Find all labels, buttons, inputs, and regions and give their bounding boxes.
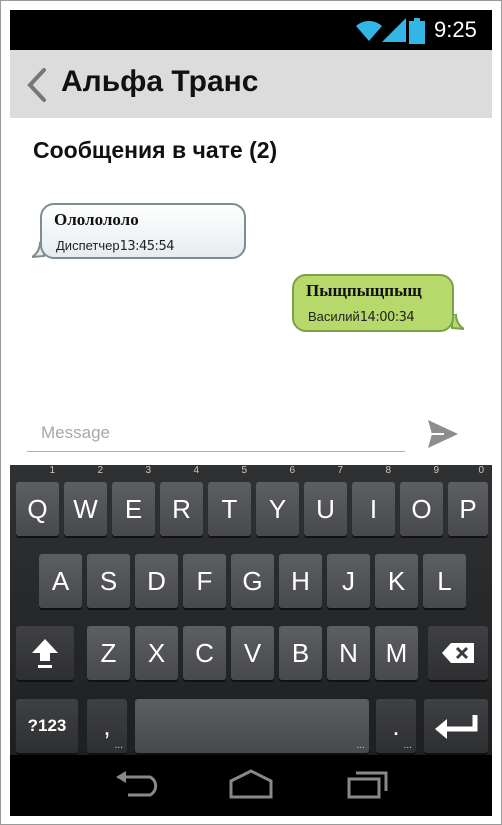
message-meta: Василий14:00:34 bbox=[308, 309, 415, 325]
key-k[interactable]: K bbox=[375, 554, 418, 608]
device-frame: 9:25 Альфа Транс Сообщения в чате (2) Ол… bbox=[0, 0, 502, 825]
message-sender: Василий bbox=[308, 309, 360, 324]
key-g[interactable]: G bbox=[231, 554, 274, 608]
outgoing-message-bubble[interactable]: Пыщпыщпыщ Василий14:00:34 bbox=[292, 274, 454, 332]
chat-title: Сообщения в чате (2) bbox=[33, 137, 278, 163]
status-time: 9:25 bbox=[434, 17, 477, 42]
key-s[interactable]: S bbox=[87, 554, 130, 608]
key-i[interactable]: I8 bbox=[352, 465, 395, 536]
backspace-icon bbox=[442, 643, 474, 663]
key-t[interactable]: T5 bbox=[208, 465, 251, 536]
key-v[interactable]: V bbox=[231, 626, 274, 680]
key-h[interactable]: H bbox=[279, 554, 322, 608]
message-input[interactable] bbox=[27, 414, 405, 452]
message-sender: Диспетчер bbox=[56, 238, 120, 253]
message-time: 13:45:54 bbox=[119, 239, 175, 254]
app-title: Альфа Транс bbox=[61, 65, 259, 98]
key-r[interactable]: R4 bbox=[160, 465, 203, 536]
key-q[interactable]: Q1 bbox=[16, 465, 59, 536]
key-b[interactable]: B bbox=[279, 626, 322, 680]
key-e[interactable]: E3 bbox=[112, 465, 155, 536]
message-meta: Диспетчер13:45:54 bbox=[56, 238, 174, 254]
signal-icon bbox=[382, 18, 406, 42]
chat-area: Сообщения в чате (2) Ололололо Диспетчер… bbox=[10, 118, 492, 465]
back-icon[interactable] bbox=[114, 769, 158, 801]
message-text: Пыщпыщпыщ bbox=[306, 281, 422, 300]
phone-screen: 9:25 Альфа Транс Сообщения в чате (2) Ол… bbox=[10, 10, 492, 816]
key-a[interactable]: A bbox=[39, 554, 82, 608]
back-arrow-icon[interactable] bbox=[26, 68, 48, 102]
shift-key[interactable] bbox=[16, 626, 74, 680]
status-bar: 9:25 bbox=[10, 10, 492, 50]
key-o[interactable]: O9 bbox=[400, 465, 443, 536]
key-z[interactable]: Z bbox=[87, 626, 130, 680]
wifi-icon bbox=[356, 20, 382, 41]
incoming-message-bubble[interactable]: Ололололо Диспетчер13:45:54 bbox=[40, 203, 246, 259]
battery-icon bbox=[409, 18, 425, 44]
key-f[interactable]: F bbox=[183, 554, 226, 608]
period-key[interactable]: .... bbox=[376, 699, 416, 753]
recent-apps-icon[interactable] bbox=[346, 769, 390, 801]
soft-keyboard: Q1 W2 E3 R4 T5 Y6 U7 I8 O9 P0 A S D F G … bbox=[10, 465, 492, 755]
enter-key[interactable] bbox=[424, 699, 488, 753]
key-x[interactable]: X bbox=[135, 626, 178, 680]
symbols-key[interactable]: ?123 bbox=[16, 699, 78, 753]
message-time: 14:00:34 bbox=[359, 310, 415, 325]
home-icon[interactable] bbox=[228, 769, 274, 801]
key-n[interactable]: N bbox=[327, 626, 370, 680]
comma-key[interactable]: ,... bbox=[87, 699, 127, 753]
key-u[interactable]: U7 bbox=[304, 465, 347, 536]
space-key[interactable]: ... bbox=[135, 699, 369, 753]
key-m[interactable]: M bbox=[375, 626, 418, 680]
enter-icon bbox=[435, 715, 478, 739]
key-y[interactable]: Y6 bbox=[256, 465, 299, 536]
key-p[interactable]: P0 bbox=[448, 465, 488, 536]
backspace-key[interactable] bbox=[428, 626, 488, 680]
navigation-bar bbox=[10, 755, 492, 816]
send-icon[interactable] bbox=[428, 420, 458, 448]
key-d[interactable]: D bbox=[135, 554, 178, 608]
shift-icon bbox=[32, 639, 58, 668]
message-input-row bbox=[10, 408, 492, 465]
key-c[interactable]: C bbox=[183, 626, 226, 680]
key-w[interactable]: W2 bbox=[64, 465, 107, 536]
key-j[interactable]: J bbox=[327, 554, 370, 608]
app-bar: Альфа Транс bbox=[10, 50, 492, 118]
message-text: Ололололо bbox=[54, 210, 139, 229]
key-l[interactable]: L bbox=[423, 554, 466, 608]
